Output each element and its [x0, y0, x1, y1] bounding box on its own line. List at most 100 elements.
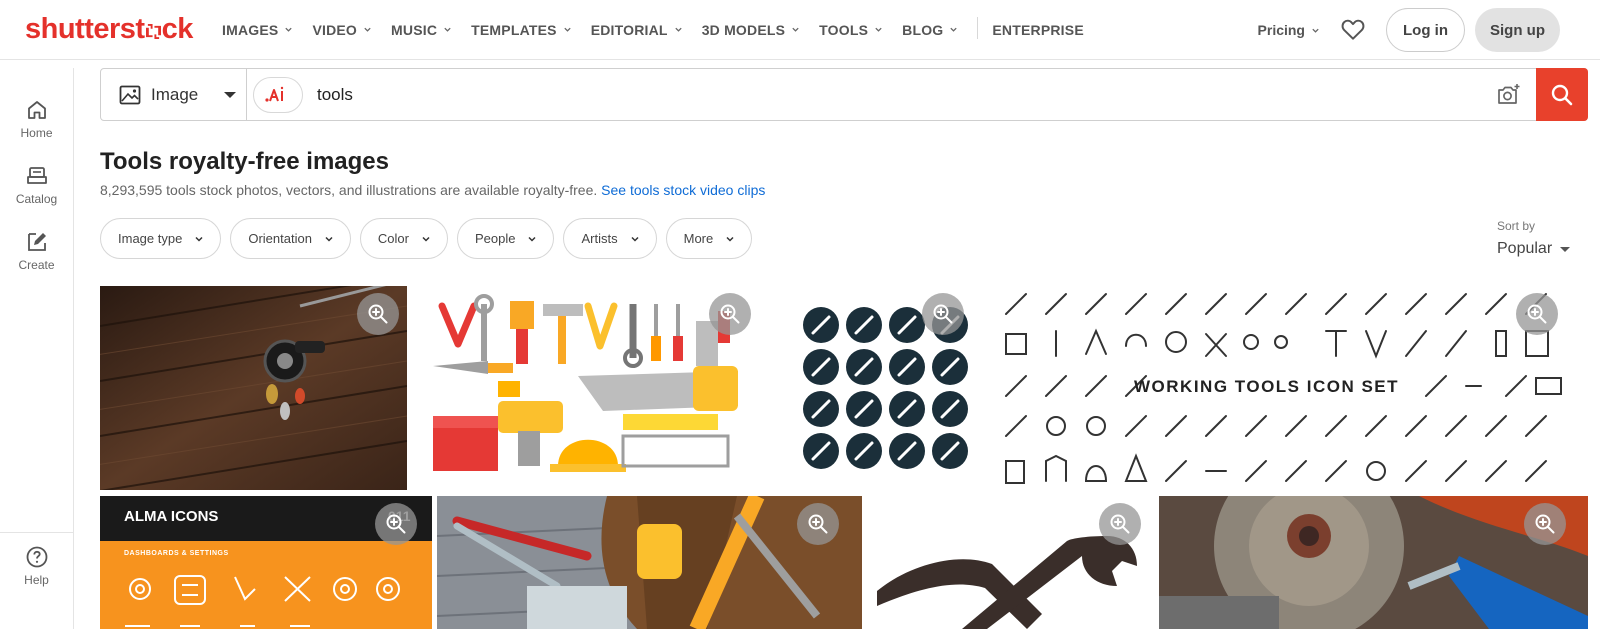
nav-templates-label: TEMPLATES	[471, 21, 557, 38]
filter-label: More	[683, 231, 714, 246]
search-button[interactable]	[1536, 68, 1588, 121]
zoom-button[interactable]	[1524, 503, 1566, 545]
nav-images-label: IMAGES	[222, 21, 279, 38]
nav-pricing[interactable]: Pricing	[1258, 22, 1320, 38]
chevron-down-icon	[1312, 28, 1319, 33]
search-icon	[1551, 84, 1573, 105]
nav-3d-models-label: 3D MODELS	[701, 21, 786, 38]
camera-plus-icon	[1498, 83, 1520, 104]
ai-search-toggle[interactable]	[253, 77, 303, 113]
zoom-button[interactable]	[797, 503, 839, 545]
login-button[interactable]: Log in	[1386, 8, 1465, 52]
sort-by[interactable]: Sort by Popular	[1497, 219, 1571, 258]
shutterstock-logo[interactable]: shutterst ck	[25, 13, 193, 46]
alma-subtitle: DASHBOARDS & SETTINGS	[124, 550, 229, 557]
video-clips-link[interactable]: See tools stock video clips	[601, 182, 765, 198]
filter-label: Artists	[581, 231, 618, 246]
nav-tools[interactable]: TOOLS	[819, 20, 883, 39]
result-image-working-tools-icon-set[interactable]: WORKING TOOLS ICON SET	[1001, 286, 1588, 490]
sort-by-value: Popular	[1497, 240, 1553, 257]
sidebar-item-label: Home	[20, 126, 53, 140]
filter-color[interactable]: Color	[359, 218, 448, 259]
filter-label: Image type	[118, 231, 183, 246]
search-by-image-button[interactable]	[1482, 69, 1536, 120]
nav-enterprise[interactable]: ENTERPRISE	[992, 20, 1083, 39]
result-image-rotary-tool[interactable]	[1159, 496, 1588, 629]
chevron-down-icon	[726, 236, 734, 242]
result-image-tools-illustration[interactable]	[428, 286, 764, 490]
zoom-in-icon	[1527, 304, 1547, 324]
results-count-text: 8,293,595 tools stock photos, vectors, a…	[100, 182, 598, 198]
rotary-tool-photo	[1159, 496, 1588, 629]
zoom-in-icon	[720, 304, 740, 324]
chevron-down-icon	[875, 27, 882, 32]
caret-down-icon	[224, 91, 237, 98]
chevron-down-icon	[675, 27, 682, 32]
zoom-button[interactable]	[1516, 293, 1558, 335]
zoom-in-icon	[1110, 514, 1130, 534]
chevron-down-icon	[195, 236, 203, 242]
sidebar-item-create[interactable]: Create	[0, 230, 73, 272]
nav-3d-models[interactable]: 3D MODELS	[702, 20, 800, 39]
result-image-tool-belt[interactable]	[437, 496, 862, 629]
chevron-down-icon	[792, 27, 799, 32]
filter-bar: Image type Orientation Color People Arti…	[100, 218, 761, 259]
result-image-circle-icons[interactable]	[785, 286, 980, 490]
result-image-alma-icons[interactable]: ALMA ICONS 011 DASHBOARDS & SETTINGS	[100, 496, 432, 629]
filter-label: People	[475, 231, 516, 246]
search-type-label: Image	[151, 84, 199, 104]
nav-blog[interactable]: BLOG	[902, 20, 958, 39]
settings-icons-image	[125, 575, 400, 627]
filter-more[interactable]: More	[665, 218, 753, 259]
filter-orientation[interactable]: Orientation	[230, 218, 351, 259]
logo-text-part-2: ck	[161, 13, 194, 45]
filter-artists[interactable]: Artists	[563, 218, 657, 259]
nav-music[interactable]: MUSIC	[391, 20, 452, 39]
nav-blog-label: BLOG	[902, 21, 944, 38]
zoom-button[interactable]	[922, 293, 964, 335]
nav-templates[interactable]: TEMPLATES	[471, 20, 572, 39]
chevron-down-icon	[631, 236, 639, 242]
sort-by-select[interactable]: Popular	[1497, 240, 1571, 258]
filter-people[interactable]: People	[457, 218, 555, 259]
signup-button[interactable]: Sign up	[1475, 8, 1560, 52]
zoom-button[interactable]	[357, 293, 399, 335]
nav-video[interactable]: VIDEO	[312, 20, 372, 39]
sidebar-item-catalog[interactable]: Catalog	[0, 164, 73, 206]
result-image-fishing-reel[interactable]	[100, 286, 407, 490]
search-type-select[interactable]: Image	[101, 69, 247, 120]
logo-text-part-1: shutterst	[25, 13, 145, 45]
sidebar-item-label: Create	[18, 258, 55, 272]
nav-images[interactable]: IMAGES	[222, 20, 293, 39]
alma-title: ALMA ICONS	[124, 508, 219, 525]
result-image-hammer-wrench-icon[interactable]	[867, 496, 1154, 629]
sidebar-item-home[interactable]: Home	[0, 98, 73, 140]
sidebar-item-label: Help	[24, 573, 49, 587]
zoom-button[interactable]	[1099, 503, 1141, 545]
zoom-in-icon	[808, 514, 828, 534]
help-icon	[26, 546, 47, 568]
top-navigation: shutterst ck IMAGES VIDEO MUSIC TEMPLATES…	[0, 0, 1600, 60]
zoom-button[interactable]	[375, 503, 417, 545]
search-bar: Image	[100, 68, 1588, 121]
caret-down-icon	[1560, 246, 1571, 252]
chevron-down-icon	[444, 27, 451, 32]
create-icon	[27, 233, 46, 251]
zoom-in-icon	[933, 304, 953, 324]
nav-enterprise-label: ENTERPRISE	[992, 21, 1084, 38]
image-icon	[119, 85, 141, 104]
sidebar-item-help[interactable]: Help	[0, 545, 73, 587]
zoom-button[interactable]	[709, 293, 751, 335]
zoom-in-icon	[368, 304, 388, 324]
nav-editorial[interactable]: EDITORIAL	[591, 20, 683, 39]
nav-divider	[977, 17, 979, 39]
line-tool-icons-image: WORKING TOOLS ICON SET	[1001, 286, 1588, 490]
heart-icon[interactable]	[1340, 17, 1366, 43]
pricing-label: Pricing	[1257, 22, 1305, 38]
chevron-down-icon	[285, 27, 293, 32]
nav-tools-label: TOOLS	[819, 21, 869, 38]
search-input[interactable]	[303, 69, 1482, 120]
filter-image-type[interactable]: Image type	[100, 218, 222, 259]
nav-music-label: MUSIC	[391, 21, 438, 38]
zoom-in-icon	[386, 514, 406, 534]
